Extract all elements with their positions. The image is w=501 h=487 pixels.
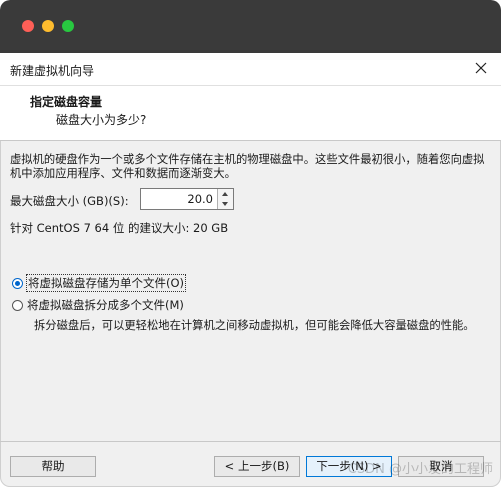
store-single-file-label[interactable]: 将虚拟磁盘存储为单个文件(O) — [25, 274, 187, 292]
close-icon[interactable] — [472, 59, 490, 77]
disk-description: 虚拟机的硬盘作为一个或多个文件存储在主机的物理磁盘中。这些文件最初很小，随着您向… — [10, 153, 485, 180]
disk-size-stepper[interactable]: 20.0 — [140, 188, 234, 210]
radio-button-checked[interactable] — [12, 277, 23, 289]
recommended-size-text: 针对 CentOS 7 64 位 的建议大小: 20 GB — [10, 221, 229, 235]
split-description: 拆分磁盘后，可以更轻松地在计算机之间移动虚拟机，但可能会降低大容量磁盘的性能。 — [34, 319, 475, 332]
back-button[interactable]: < 上一步(B) — [214, 456, 300, 477]
decrement-arrow-icon[interactable] — [217, 199, 233, 209]
dialog-title-bar: 新建虚拟机向导 — [0, 53, 501, 86]
minimize-window-light[interactable] — [42, 20, 54, 32]
page-subtitle: 磁盘大小为多少? — [56, 113, 147, 127]
wizard-header: 指定磁盘容量 磁盘大小为多少? — [0, 86, 501, 141]
footer-divider — [0, 441, 501, 442]
wizard-window: 新建虚拟机向导 指定磁盘容量 磁盘大小为多少? 虚拟机的硬盘作为一个或多个文件存… — [0, 0, 501, 487]
store-single-file-option[interactable]: 将虚拟磁盘存储为单个文件(O) — [12, 274, 187, 292]
zoom-window-light[interactable] — [62, 20, 74, 32]
disk-size-value[interactable]: 20.0 — [187, 192, 213, 206]
radio-button-unchecked[interactable] — [12, 299, 23, 311]
close-window-light[interactable] — [22, 20, 34, 32]
help-button[interactable]: 帮助 — [10, 456, 96, 477]
page-title: 指定磁盘容量 — [30, 95, 103, 109]
split-multiple-files-label[interactable]: 将虚拟磁盘拆分成多个文件(M) — [27, 297, 184, 313]
dialog-title: 新建虚拟机向导 — [10, 64, 95, 78]
watermark: CSDN @小小发的工程师 — [347, 462, 493, 477]
split-multiple-files-option[interactable]: 将虚拟磁盘拆分成多个文件(M) — [12, 297, 184, 313]
mac-titlebar — [0, 0, 501, 53]
max-disk-size-label: 最大磁盘大小 (GB)(S): — [10, 194, 129, 208]
